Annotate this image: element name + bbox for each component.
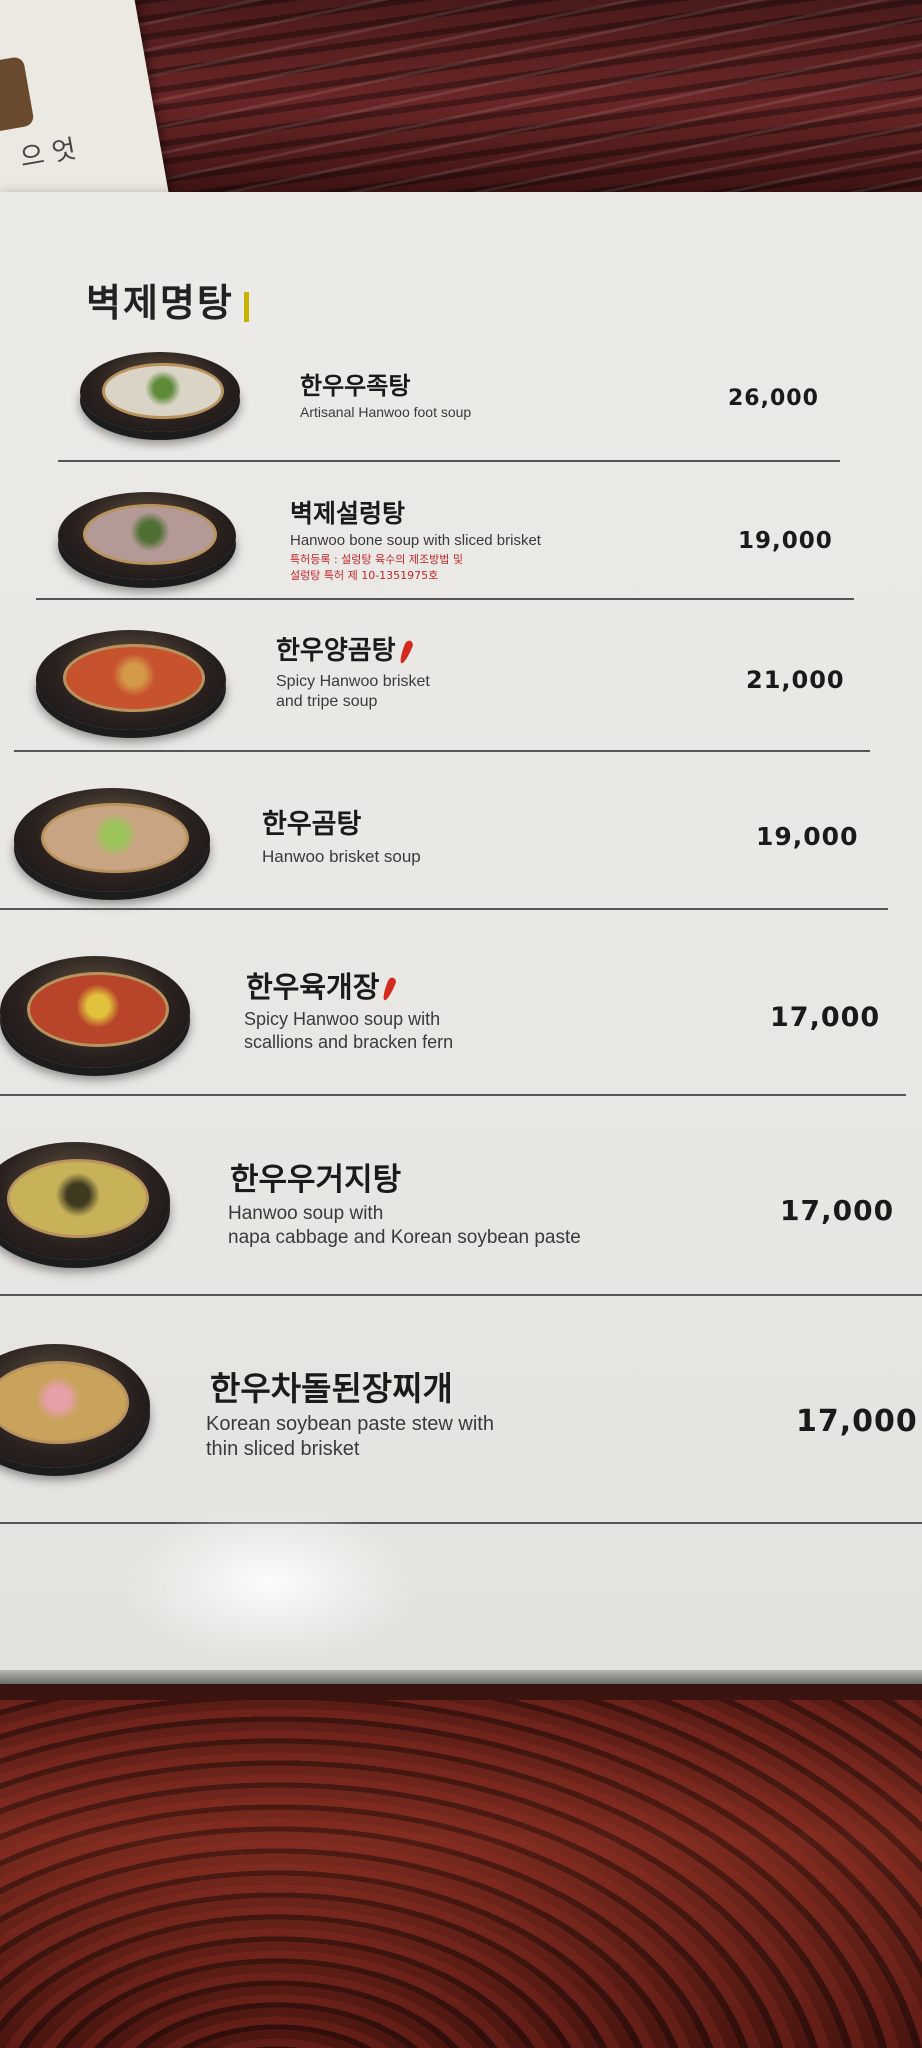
- item-name-text: 한우양곰탕: [276, 636, 396, 666]
- item-price: 17,000: [770, 1002, 881, 1033]
- soup-bowl-image: [36, 630, 226, 730]
- item-name: 한우차돌된장찌개: [210, 1369, 453, 1408]
- item-price: 17,000: [780, 1194, 895, 1227]
- soup-surface: [6, 1158, 150, 1238]
- soup-bowl-image: [58, 492, 236, 580]
- item-divider: [14, 750, 870, 752]
- soup-bowl-image: [0, 1142, 170, 1260]
- item-price: 19,000: [738, 528, 833, 554]
- item-price: 26,000: [728, 386, 819, 411]
- item-divider: [0, 1094, 906, 1096]
- item-description: Hanwoo bone soup with sliced brisket: [290, 532, 541, 549]
- item-description: Spicy Hanwoo soup with scallions and bra…: [244, 1009, 454, 1052]
- light-glare: [120, 1502, 420, 1662]
- soup-surface: [82, 504, 218, 565]
- soup-bowl-image: [0, 956, 190, 1068]
- corner-card-text: 으 엇: [17, 134, 79, 174]
- item-name: 한우육개장: [246, 964, 398, 1006]
- wooden-table-bottom: [0, 1700, 922, 2048]
- item-name: 한우곰탕: [262, 809, 362, 840]
- soup-surface: [62, 644, 206, 712]
- item-description: Artisanal Hanwoo foot soup: [300, 404, 472, 420]
- item-divider: [0, 1522, 922, 1524]
- item-description: Spicy Hanwoo brisket and tripe soup: [276, 673, 430, 710]
- soup-bowl-image: [0, 1344, 150, 1468]
- item-price: 17,000: [796, 1404, 918, 1439]
- item-name: 한우우거지탕: [230, 1162, 402, 1198]
- title-accent-mark: [243, 291, 249, 322]
- soup-surface: [26, 971, 170, 1048]
- item-divider: [36, 598, 854, 600]
- soup-surface: [0, 1361, 130, 1445]
- section-title-text: 벽제명탕: [86, 280, 234, 325]
- item-name: 한우우족탕: [300, 372, 411, 400]
- item-name: 한우양곰탕: [276, 630, 414, 667]
- menu-card: 벽제명탕 한우우족탕 Artisanal Hanwoo foot soup 26…: [0, 192, 922, 1684]
- item-divider: [0, 908, 888, 910]
- item-divider: [0, 1294, 922, 1296]
- chili-pepper-icon: [397, 638, 414, 665]
- soup-bowl-image: [14, 788, 210, 892]
- item-name-text: 한우육개장: [246, 970, 380, 1004]
- corner-card-badge: [0, 55, 35, 132]
- photo-stage: 으 엇 벽제명탕 한우우족탕 Artisanal Hanwoo foot sou…: [0, 0, 922, 2048]
- soup-bowl-image: [80, 352, 240, 432]
- item-price: 19,000: [756, 822, 859, 851]
- item-description: Hanwoo brisket soup: [262, 847, 421, 866]
- item-description: Hanwoo soup with napa cabbage and Korean…: [228, 1203, 581, 1248]
- soup-surface: [41, 802, 189, 874]
- item-price: 21,000: [746, 666, 845, 694]
- soup-surface: [102, 363, 224, 419]
- patent-note: 특허등록 : 설렁탕 육수의 제조방법 및 설렁탕 특허 제 10-135197…: [290, 553, 463, 582]
- item-divider: [58, 460, 840, 462]
- chili-pepper-icon: [381, 976, 398, 1002]
- item-description: Korean soybean paste stew with thin slic…: [206, 1413, 494, 1460]
- item-name: 벽제설렁탕: [290, 499, 406, 528]
- section-title: 벽제명탕: [86, 272, 249, 327]
